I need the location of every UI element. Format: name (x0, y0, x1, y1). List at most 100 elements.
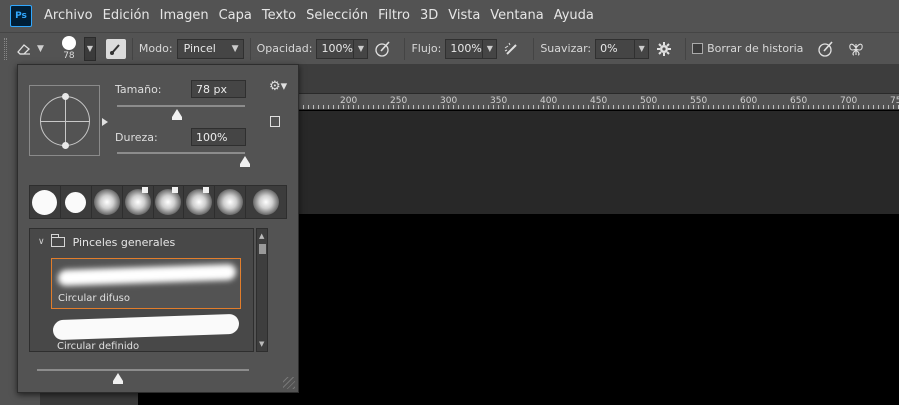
ruler-tick (768, 105, 769, 109)
ruler-tick (468, 105, 469, 109)
preset-list-scrollbar[interactable]: ▲ ▼ (256, 228, 268, 352)
menu-edicion[interactable]: Edición (98, 0, 155, 32)
size-input[interactable]: 78 px (191, 80, 246, 98)
menu-vista[interactable]: Vista (443, 0, 485, 32)
flow-input[interactable]: 100% (445, 38, 484, 59)
ruler-tick (783, 105, 784, 109)
mode-value: Pincel (183, 42, 216, 55)
airbrush-icon[interactable] (501, 38, 523, 60)
brush-settings-panel-icon[interactable] (105, 38, 126, 59)
ruler-tick (533, 105, 534, 109)
ruler-tick (798, 105, 799, 109)
ruler-tick (358, 105, 359, 109)
ruler-tick (608, 105, 609, 109)
roundness-handle[interactable] (62, 142, 69, 149)
preview-size-slider-thumb[interactable] (112, 373, 123, 384)
ruler-tick (653, 105, 654, 109)
ruler-tick (773, 105, 774, 109)
preset-item[interactable]: Circular definido (51, 311, 241, 351)
eraser-icon[interactable] (15, 40, 33, 58)
tool-preset-chevron-icon[interactable]: ▼ (37, 44, 44, 54)
preview-size-slider-track[interactable] (37, 369, 249, 371)
ruler-tick (808, 105, 809, 109)
smoothing-dropdown[interactable]: ▼ (635, 38, 650, 59)
brush-tip-soft-alt[interactable] (215, 186, 247, 218)
roundness-handle[interactable] (62, 93, 69, 100)
ruler-tick (633, 105, 634, 109)
scroll-up-icon[interactable]: ▲ (259, 232, 264, 240)
opacity-dropdown[interactable]: ▼ (354, 38, 369, 59)
size-slider-thumb[interactable] (172, 109, 183, 120)
menu-3d[interactable]: 3D (415, 0, 443, 32)
scroll-down-icon[interactable]: ▼ (259, 340, 264, 348)
resize-grip-icon[interactable] (283, 377, 295, 389)
pasteboard (298, 111, 899, 214)
erase-history-checkbox[interactable] (692, 43, 704, 54)
chevron-down-icon: ▼ (231, 43, 239, 54)
ruler-tick (423, 105, 424, 109)
ruler-tick (368, 105, 369, 109)
menu-seleccion[interactable]: Selección (301, 0, 373, 32)
brush-tip-hard-small[interactable] (61, 186, 92, 218)
ruler-tick (353, 105, 354, 109)
ruler-tick (398, 105, 399, 109)
gear-icon[interactable] (653, 38, 675, 60)
new-preset-icon[interactable] (270, 116, 280, 127)
brush-preset-picker[interactable]: 78 (56, 35, 82, 63)
preset-item-selected[interactable]: Circular difuso (51, 258, 241, 309)
menu-filtro[interactable]: Filtro (373, 0, 415, 32)
ruler-tick (373, 105, 374, 109)
pressure-opacity-icon[interactable] (372, 38, 394, 60)
ruler-tick (643, 105, 644, 109)
settings-gear-icon[interactable]: ⚙▾ (269, 79, 287, 94)
size-slider-track[interactable] (117, 105, 245, 107)
menu-ventana[interactable]: Ventana (485, 0, 548, 32)
flow-label: Flujo: (411, 42, 442, 55)
menu-imagen[interactable]: Imagen (155, 0, 214, 32)
divider (249, 37, 251, 60)
ruler-tick (598, 105, 599, 109)
flow-dropdown[interactable]: ▼ (483, 38, 498, 59)
ruler-tick (388, 105, 389, 109)
hardness-input[interactable]: 100% (191, 128, 246, 146)
smoothing-input[interactable]: 0% (595, 38, 636, 59)
brush-tip-soft-tilt[interactable] (184, 186, 216, 218)
brush-angle-roundness-preview[interactable] (29, 85, 108, 156)
divider (131, 37, 133, 60)
document-canvas[interactable] (298, 214, 899, 405)
brush-tip-hard-large[interactable] (30, 186, 61, 218)
symmetry-butterfly-icon[interactable] (845, 38, 867, 60)
hardness-slider-thumb[interactable] (240, 156, 250, 167)
options-bar-grip[interactable] (4, 37, 7, 60)
menu-archivo[interactable]: Archivo (39, 0, 98, 32)
ruler-tick (713, 105, 714, 109)
ruler-tick (873, 105, 874, 109)
document-tab-bar (298, 64, 899, 94)
opacity-input[interactable]: 100% (316, 38, 355, 59)
ruler-tick (393, 105, 394, 109)
chevron-down-icon[interactable]: ∨ (38, 237, 45, 247)
brush-tip-soft-extra[interactable] (246, 186, 286, 218)
ruler-tick (688, 105, 689, 109)
angle-arrow-icon (102, 118, 108, 126)
pressure-size-icon[interactable] (815, 38, 837, 60)
menu-ayuda[interactable]: Ayuda (549, 0, 599, 32)
brush-tip-soft[interactable] (92, 186, 123, 218)
scrollbar-thumb[interactable] (259, 244, 266, 254)
menu-bar: Ps Archivo Edición Imagen Capa Texto Sel… (0, 0, 899, 32)
ruler-tick (313, 105, 314, 109)
menu-capa[interactable]: Capa (214, 0, 257, 32)
menu-texto[interactable]: Texto (257, 0, 301, 32)
ruler-tick (708, 105, 709, 109)
brush-preset-dropdown[interactable]: ▼ (83, 36, 96, 61)
preset-label: Circular difuso (58, 293, 130, 304)
photoshop-logo[interactable]: Ps (10, 5, 32, 27)
brush-tip-soft-pressure-size[interactable] (123, 186, 154, 218)
mode-select[interactable]: Pincel ▼ (176, 38, 244, 59)
hardness-slider-track[interactable] (117, 152, 245, 154)
ruler-tick (593, 105, 594, 109)
horizontal-ruler[interactable]: 20025030035040045050055060065070075 (298, 94, 899, 110)
brush-tip-soft-pressure-opacity[interactable] (154, 186, 185, 218)
ruler-tick (548, 105, 549, 109)
preset-group-row[interactable]: ∨ Pinceles generales (30, 229, 253, 255)
